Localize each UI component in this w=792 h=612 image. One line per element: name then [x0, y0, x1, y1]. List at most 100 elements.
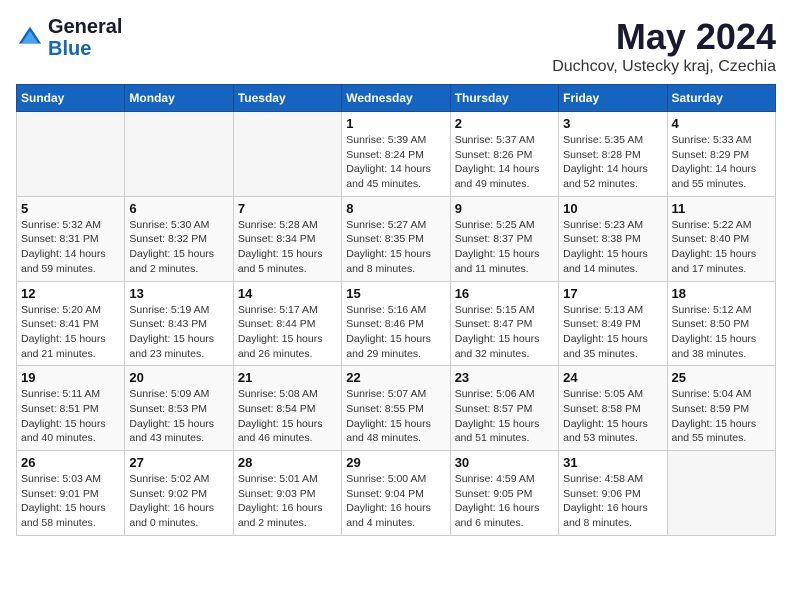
calendar-day-cell: 30 Sunrise: 4:59 AMSunset: 9:05 PMDayligh… — [450, 451, 558, 536]
day-number: 4 — [672, 116, 771, 131]
day-info: Sunrise: 5:35 AMSunset: 8:28 PMDaylight:… — [563, 133, 662, 192]
day-info: Sunrise: 5:23 AMSunset: 8:38 PMDaylight:… — [563, 218, 662, 277]
day-number: 27 — [129, 455, 228, 470]
day-number: 7 — [238, 201, 337, 216]
calendar-day-cell: 19 Sunrise: 5:11 AMSunset: 8:51 PMDayligh… — [17, 366, 125, 451]
weekday-header-sunday: Sunday — [17, 85, 125, 112]
day-info: Sunrise: 5:12 AMSunset: 8:50 PMDaylight:… — [672, 303, 771, 362]
day-info: Sunrise: 5:33 AMSunset: 8:29 PMDaylight:… — [672, 133, 771, 192]
day-number: 26 — [21, 455, 120, 470]
day-info: Sunrise: 5:37 AMSunset: 8:26 PMDaylight:… — [455, 133, 554, 192]
day-info: Sunrise: 5:07 AMSunset: 8:55 PMDaylight:… — [346, 387, 445, 446]
calendar-day-cell: 27Sunrise: 5:02 AMSunset: 9:02 PMDayligh… — [125, 451, 233, 536]
day-number: 12 — [21, 286, 120, 301]
calendar-day-cell: 24 Sunrise: 5:05 AMSunset: 8:58 PMDayligh… — [559, 366, 667, 451]
calendar-day-cell — [233, 112, 341, 197]
day-number: 11 — [672, 201, 771, 216]
weekday-header-saturday: Saturday — [667, 85, 775, 112]
calendar-day-cell: 17Sunrise: 5:13 AMSunset: 8:49 PMDayligh… — [559, 281, 667, 366]
calendar-week-row: 26 Sunrise: 5:03 AMSunset: 9:01 PMDayligh… — [17, 451, 776, 536]
calendar-day-cell: 21 Sunrise: 5:08 AMSunset: 8:54 PMDayligh… — [233, 366, 341, 451]
day-info: Sunrise: 4:59 AMSunset: 9:05 PMDaylight:… — [455, 472, 554, 531]
calendar-day-cell: 10 Sunrise: 5:23 AMSunset: 8:38 PMDayligh… — [559, 196, 667, 281]
day-info: Sunrise: 5:17 AMSunset: 8:44 PMDaylight:… — [238, 303, 337, 362]
logo: General Blue — [16, 16, 122, 60]
calendar-day-cell: 3 Sunrise: 5:35 AMSunset: 8:28 PMDaylight… — [559, 112, 667, 197]
day-number: 16 — [455, 286, 554, 301]
day-number: 22 — [346, 370, 445, 385]
calendar-day-cell — [667, 451, 775, 536]
calendar-day-cell: 7 Sunrise: 5:28 AMSunset: 8:34 PMDaylight… — [233, 196, 341, 281]
calendar-day-cell: 15 Sunrise: 5:16 AMSunset: 8:46 PMDayligh… — [342, 281, 450, 366]
calendar-day-cell: 8Sunrise: 5:27 AMSunset: 8:35 PMDaylight… — [342, 196, 450, 281]
day-number: 30 — [455, 455, 554, 470]
calendar-day-cell: 28 Sunrise: 5:01 AMSunset: 9:03 PMDayligh… — [233, 451, 341, 536]
day-number: 28 — [238, 455, 337, 470]
day-number: 29 — [346, 455, 445, 470]
day-info: Sunrise: 5:16 AMSunset: 8:46 PMDaylight:… — [346, 303, 445, 362]
day-info: Sunrise: 5:04 AMSunset: 8:59 PMDaylight:… — [672, 387, 771, 446]
day-info: Sunrise: 5:39 AMSunset: 8:24 PMDaylight:… — [346, 133, 445, 192]
day-info: Sunrise: 5:13 AMSunset: 8:49 PMDaylight:… — [563, 303, 662, 362]
day-info: Sunrise: 5:25 AMSunset: 8:37 PMDaylight:… — [455, 218, 554, 277]
location: Duchcov, Ustecky kraj, Czechia — [552, 58, 776, 76]
logo-blue-text: Blue — [48, 38, 91, 60]
weekday-header-tuesday: Tuesday — [233, 85, 341, 112]
calendar-day-cell: 5Sunrise: 5:32 AMSunset: 8:31 PMDaylight… — [17, 196, 125, 281]
calendar-day-cell: 12 Sunrise: 5:20 AMSunset: 8:41 PMDayligh… — [17, 281, 125, 366]
calendar-day-cell: 11 Sunrise: 5:22 AMSunset: 8:40 PMDayligh… — [667, 196, 775, 281]
page-header: General Blue May 2024 Duchcov, Ustecky k… — [16, 16, 776, 76]
day-info: Sunrise: 5:32 AMSunset: 8:31 PMDaylight:… — [21, 218, 120, 277]
calendar-day-cell: 13Sunrise: 5:19 AMSunset: 8:43 PMDayligh… — [125, 281, 233, 366]
calendar-day-cell: 26 Sunrise: 5:03 AMSunset: 9:01 PMDayligh… — [17, 451, 125, 536]
day-info: Sunrise: 5:15 AMSunset: 8:47 PMDaylight:… — [455, 303, 554, 362]
day-info: Sunrise: 5:05 AMSunset: 8:58 PMDaylight:… — [563, 387, 662, 446]
weekday-header-friday: Friday — [559, 85, 667, 112]
day-info: Sunrise: 5:09 AMSunset: 8:53 PMDaylight:… — [129, 387, 228, 446]
day-info: Sunrise: 5:22 AMSunset: 8:40 PMDaylight:… — [672, 218, 771, 277]
calendar-day-cell — [17, 112, 125, 197]
day-number: 6 — [129, 201, 228, 216]
day-info: Sunrise: 5:01 AMSunset: 9:03 PMDaylight:… — [238, 472, 337, 531]
day-number: 31 — [563, 455, 662, 470]
day-number: 15 — [346, 286, 445, 301]
calendar-week-row: 19 Sunrise: 5:11 AMSunset: 8:51 PMDayligh… — [17, 366, 776, 451]
day-number: 10 — [563, 201, 662, 216]
calendar-week-row: 1Sunrise: 5:39 AMSunset: 8:24 PMDaylight… — [17, 112, 776, 197]
weekday-header-monday: Monday — [125, 85, 233, 112]
calendar-day-cell: 31Sunrise: 4:58 AMSunset: 9:06 PMDayligh… — [559, 451, 667, 536]
day-number: 25 — [672, 370, 771, 385]
day-number: 19 — [21, 370, 120, 385]
calendar-day-cell: 22 Sunrise: 5:07 AMSunset: 8:55 PMDayligh… — [342, 366, 450, 451]
day-info: Sunrise: 5:00 AMSunset: 9:04 PMDaylight:… — [346, 472, 445, 531]
day-info: Sunrise: 5:20 AMSunset: 8:41 PMDaylight:… — [21, 303, 120, 362]
day-number: 13 — [129, 286, 228, 301]
calendar-day-cell: 29 Sunrise: 5:00 AMSunset: 9:04 PMDayligh… — [342, 451, 450, 536]
calendar-week-row: 12 Sunrise: 5:20 AMSunset: 8:41 PMDayligh… — [17, 281, 776, 366]
calendar-day-cell: 9 Sunrise: 5:25 AMSunset: 8:37 PMDaylight… — [450, 196, 558, 281]
day-info: Sunrise: 5:08 AMSunset: 8:54 PMDaylight:… — [238, 387, 337, 446]
day-info: Sunrise: 5:30 AMSunset: 8:32 PMDaylight:… — [129, 218, 228, 277]
calendar-day-cell: 16 Sunrise: 5:15 AMSunset: 8:47 PMDayligh… — [450, 281, 558, 366]
calendar-day-cell: 1Sunrise: 5:39 AMSunset: 8:24 PMDaylight… — [342, 112, 450, 197]
calendar-day-cell: 4 Sunrise: 5:33 AMSunset: 8:29 PMDaylight… — [667, 112, 775, 197]
day-number: 3 — [563, 116, 662, 131]
day-number: 18 — [672, 286, 771, 301]
calendar-day-cell: 6 Sunrise: 5:30 AMSunset: 8:32 PMDaylight… — [125, 196, 233, 281]
calendar-day-cell: 23Sunrise: 5:06 AMSunset: 8:57 PMDayligh… — [450, 366, 558, 451]
calendar-day-cell: 18 Sunrise: 5:12 AMSunset: 8:50 PMDayligh… — [667, 281, 775, 366]
day-info: Sunrise: 5:06 AMSunset: 8:57 PMDaylight:… — [455, 387, 554, 446]
calendar-day-cell: 14Sunrise: 5:17 AMSunset: 8:44 PMDayligh… — [233, 281, 341, 366]
weekday-header-row: SundayMondayTuesdayWednesdayThursdayFrid… — [17, 85, 776, 112]
calendar-table: SundayMondayTuesdayWednesdayThursdayFrid… — [16, 84, 776, 536]
day-info: Sunrise: 5:11 AMSunset: 8:51 PMDaylight:… — [21, 387, 120, 446]
calendar-day-cell: 2 Sunrise: 5:37 AMSunset: 8:26 PMDaylight… — [450, 112, 558, 197]
day-number: 21 — [238, 370, 337, 385]
weekday-header-wednesday: Wednesday — [342, 85, 450, 112]
day-number: 2 — [455, 116, 554, 131]
day-info: Sunrise: 5:28 AMSunset: 8:34 PMDaylight:… — [238, 218, 337, 277]
day-info: Sunrise: 5:03 AMSunset: 9:01 PMDaylight:… — [21, 472, 120, 531]
title-block: May 2024 Duchcov, Ustecky kraj, Czechia — [552, 16, 776, 76]
day-number: 9 — [455, 201, 554, 216]
day-number: 24 — [563, 370, 662, 385]
